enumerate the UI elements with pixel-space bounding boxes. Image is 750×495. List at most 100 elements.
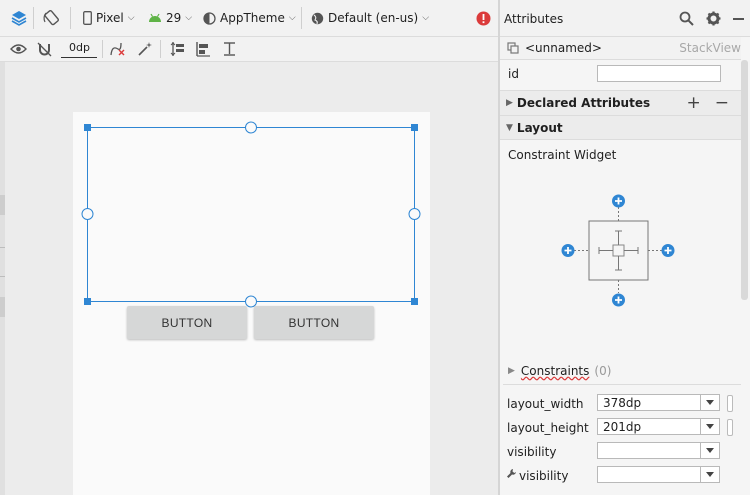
wrench-icon — [507, 469, 516, 478]
layout-title: Layout — [516, 120, 563, 135]
locale-label: Default (en-us) — [328, 11, 419, 25]
globe-icon — [311, 12, 324, 24]
dropdown-arrow-icon — [706, 424, 714, 429]
remove-icon[interactable]: − — [715, 93, 729, 113]
dropdown-arrow-icon — [706, 448, 714, 453]
separator — [301, 7, 302, 29]
android-icon — [149, 13, 161, 22]
constraints-row[interactable]: ▶ Constraints (0) — [500, 360, 741, 382]
design-surface-toggle[interactable] — [10, 6, 28, 30]
attributes-scrollbar[interactable] — [741, 60, 748, 300]
stack-view-icon — [507, 42, 519, 54]
component-name: <unnamed> — [525, 41, 602, 55]
device-label: Pixel — [96, 11, 124, 25]
phone-icon — [83, 11, 92, 25]
theme-icon — [203, 11, 216, 25]
autoconnect-toggle[interactable] — [37, 37, 52, 61]
constraint-widget-label: Constraint Widget — [508, 148, 617, 162]
align-icon — [196, 42, 210, 57]
clear-constraints-button[interactable] — [109, 37, 126, 61]
theme-selector[interactable]: AppTheme ⌵ — [203, 6, 296, 30]
dropdown-arrow-icon — [706, 472, 714, 477]
resize-handle-top-right — [411, 124, 418, 131]
visibility-label: visibility — [507, 445, 557, 459]
component-type: StackView — [679, 41, 741, 55]
guidelines-button[interactable] — [222, 37, 237, 61]
id-input[interactable] — [597, 65, 721, 82]
pack-button[interactable] — [169, 37, 186, 61]
magnet-off-icon — [37, 42, 52, 56]
infer-constraints-button[interactable] — [137, 37, 153, 61]
constraint-widget[interactable] — [558, 192, 678, 308]
separator — [70, 7, 71, 29]
dropdown-arrow-icon — [706, 400, 714, 405]
design-toolbar: Pixel ⌵ 29 ⌵ AppTheme ⌵ Default (en-us) … — [0, 0, 498, 37]
tools-visibility-dropdown[interactable] — [700, 466, 720, 483]
expand-arrow-icon: ▶ — [508, 366, 515, 376]
chevron-down-icon: ⌵ — [127, 13, 135, 23]
declared-attributes-header[interactable]: ▶ Declared Attributes + − — [500, 90, 741, 116]
separator — [160, 40, 161, 58]
pack-icon — [170, 42, 184, 56]
id-label: id — [508, 66, 519, 81]
error-indicator[interactable] — [476, 6, 491, 30]
layers-icon — [11, 11, 27, 26]
layout-height-resource-button[interactable] — [727, 419, 733, 436]
layout-height-dropdown[interactable] — [700, 418, 720, 435]
default-margin-selector[interactable]: 0dp — [61, 37, 97, 58]
device-selector[interactable]: Pixel ⌵ — [83, 6, 135, 30]
orientation-button[interactable] — [42, 6, 62, 30]
clear-constraints-icon — [110, 42, 125, 56]
view-options-button[interactable] — [10, 37, 27, 61]
guideline-icon — [224, 42, 235, 56]
chevron-down-icon: ⌵ — [422, 13, 430, 23]
anchor-top — [245, 121, 257, 134]
layout-button-1[interactable]: BUTTON — [127, 306, 247, 339]
layout-width-dropdown[interactable] — [700, 394, 720, 411]
constraints-count: (0) — [594, 364, 612, 378]
eye-icon — [10, 44, 27, 54]
visibility-dropdown[interactable] — [700, 442, 720, 459]
selected-view-outline[interactable] — [80, 120, 422, 308]
tools-visibility-select[interactable] — [597, 466, 702, 483]
add-icon[interactable]: + — [687, 93, 701, 113]
visibility-select[interactable] — [597, 442, 702, 459]
chevron-down-icon: ⌵ — [288, 13, 296, 23]
error-icon — [476, 11, 491, 25]
collapse-arrow-icon: ▼ — [506, 122, 513, 133]
layout-width-resource-button[interactable] — [727, 395, 733, 412]
layout-width-label: layout_width — [507, 397, 584, 411]
separator — [102, 40, 103, 58]
theme-label: AppTheme — [220, 11, 285, 25]
canvas-left-strip — [0, 62, 5, 495]
attributes-header: Attributes — [500, 0, 750, 37]
attributes-title: Attributes — [504, 12, 564, 26]
chevron-down-icon: ⌵ — [185, 13, 193, 23]
layout-width-input[interactable]: 378dp — [597, 394, 702, 411]
rotate-device-icon — [43, 9, 60, 26]
separator — [33, 7, 34, 29]
layout-button-2[interactable]: BUTTON — [254, 306, 374, 339]
magic-wand-icon — [138, 42, 152, 56]
resize-handle-bottom-right — [411, 298, 418, 305]
divider-line — [503, 384, 741, 385]
layout-height-input[interactable]: 201dp — [597, 418, 702, 435]
tools-visibility-label: visibility — [519, 469, 569, 483]
api-level-label: 29 — [166, 11, 182, 25]
search-icon[interactable] — [679, 11, 694, 26]
api-level-selector[interactable]: 29 ⌵ — [148, 6, 192, 30]
layout-height-label: layout_height — [507, 421, 589, 435]
default-margin-label: 0dp — [69, 40, 90, 54]
locale-selector[interactable]: Default (en-us) ⌵ — [311, 6, 429, 30]
constraint-toolbar: 0dp — [0, 37, 498, 62]
declared-attributes-title: Declared Attributes — [516, 96, 651, 110]
resize-handle-bottom-left — [84, 298, 91, 305]
gear-icon[interactable] — [706, 11, 721, 26]
minimize-icon[interactable] — [733, 18, 744, 20]
resize-handle-top-left — [84, 124, 91, 131]
component-row: <unnamed> StackView — [500, 37, 741, 60]
anchor-right — [408, 208, 421, 220]
expand-arrow-icon: ▶ — [506, 98, 513, 108]
layout-header[interactable]: ▼ Layout — [500, 116, 741, 140]
align-button[interactable] — [195, 37, 212, 61]
